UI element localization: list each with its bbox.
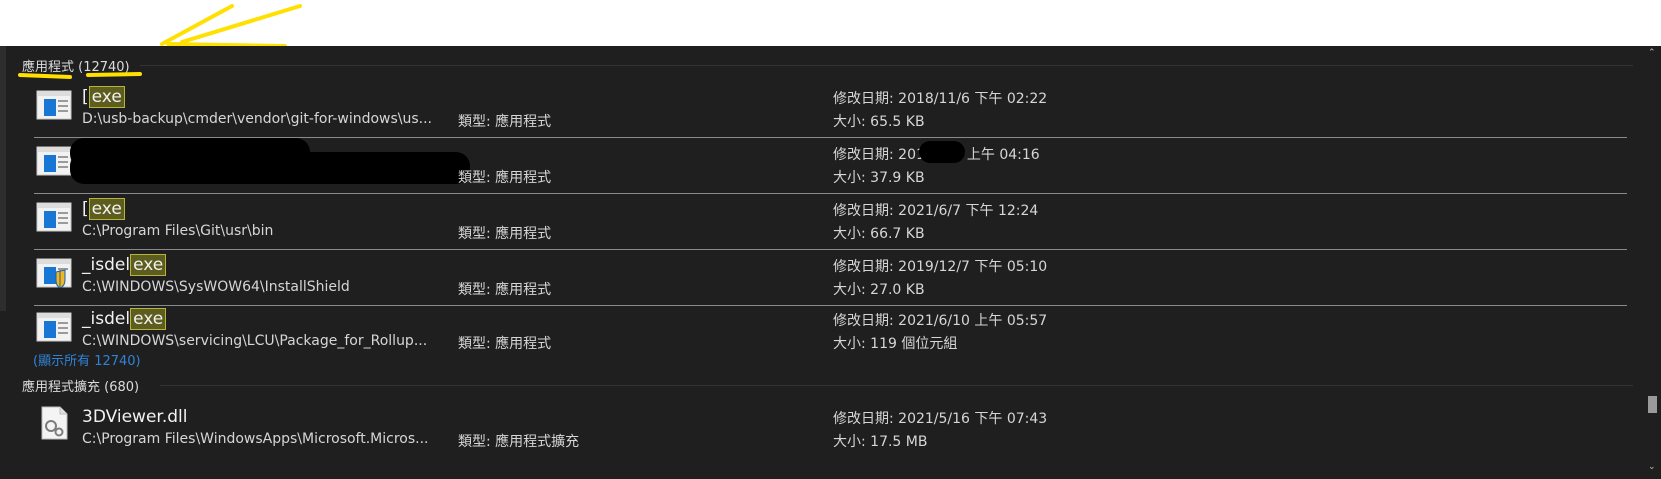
group-divider (160, 385, 1633, 386)
result-modified-date: 修改日期: 2021/6/7 下午 12:24 (833, 203, 1039, 219)
application-shield-icon (36, 258, 72, 288)
result-path: C:\WINDOWS\servicing\LCU\Package_for_Rol… (82, 333, 428, 349)
result-name: [exe (82, 198, 125, 220)
match-highlight: exe (130, 254, 167, 276)
application-window-icon (36, 146, 72, 176)
result-size: 大小: 37.9 KB (833, 170, 925, 186)
result-name: 3DViewer.dll (82, 407, 188, 427)
result-size: 大小: 17.5 MB (833, 434, 928, 450)
result-size: 大小: 66.7 KB (833, 226, 925, 242)
yellow-underline-annotation (18, 72, 142, 79)
group-header-app-extensions[interactable]: 應用程式擴充 (680) (22, 376, 139, 395)
application-window-icon (36, 312, 72, 342)
match-highlight: exe (88, 86, 125, 108)
result-modified-date: 修改日期: 2021/6/10 上午 05:57 (833, 313, 1048, 329)
match-highlight: exe (130, 308, 167, 330)
chevron-down-icon[interactable]: ⌄ (1648, 462, 1656, 472)
vertical-scrollbar[interactable]: ⌃ ⌄ (1644, 46, 1661, 479)
result-row[interactable]: 類型: 應用程式 修改日期: 201 上午 04:16 大小: 37.9 KB (34, 138, 1627, 194)
result-name: [exe (82, 86, 125, 108)
result-name: _isdel exe (82, 308, 167, 330)
result-type: 類型: 應用程式 (458, 170, 552, 186)
result-type: 類型: 應用程式 (458, 336, 552, 352)
result-row[interactable]: 3DViewer.dll C:\Program Files\WindowsApp… (34, 402, 1627, 458)
result-path: C:\WINDOWS\SysWOW64\InstallShield (82, 279, 350, 295)
result-type: 類型: 應用程式 (458, 282, 552, 298)
result-row[interactable]: _isdel exe C:\WINDOWS\SysWOW64\InstallShi… (34, 250, 1627, 306)
result-type: 類型: 應用程式 (458, 114, 552, 130)
chevron-up-icon[interactable]: ⌃ (1648, 48, 1656, 58)
result-path: D:\usb-backup\cmder\vendor\git-for-windo… (82, 111, 433, 127)
match-highlight: exe (88, 198, 125, 220)
result-path: C:\Program Files\WindowsApps\Microsoft.M… (82, 431, 429, 447)
dll-gear-icon (41, 406, 68, 440)
result-size: 大小: 27.0 KB (833, 282, 925, 298)
search-results-panel: 應用程式 (12740) [exe D:\usb-backup\cmder\ve… (0, 46, 1661, 479)
scrollbar-thumb[interactable] (1648, 396, 1657, 413)
result-row[interactable]: [exe C:\Program Files\Git\usr\bin 類型: 應用… (34, 194, 1627, 250)
group-divider (140, 65, 1633, 66)
result-size: 大小: 119 個位元組 (833, 336, 958, 352)
application-window-icon (36, 202, 72, 232)
result-modified-date: 修改日期: 2018/11/6 下午 02:22 (833, 91, 1048, 107)
result-row[interactable]: _isdel exe C:\WINDOWS\servicing\LCU\Packa… (34, 304, 1627, 360)
result-type: 類型: 應用程式擴充 (458, 434, 580, 450)
result-type: 類型: 應用程式 (458, 226, 552, 242)
result-modified-date: 修改日期: 201 上午 04:16 (833, 141, 1040, 164)
result-name: _isdel exe (82, 254, 167, 276)
result-modified-date: 修改日期: 2019/12/7 下午 05:10 (833, 259, 1048, 275)
result-modified-date: 修改日期: 2021/5/16 下午 07:43 (833, 411, 1048, 427)
redaction-mark (70, 152, 470, 184)
result-size: 大小: 65.5 KB (833, 114, 925, 130)
application-window-icon (36, 90, 72, 120)
result-row[interactable]: [exe D:\usb-backup\cmder\vendor\git-for-… (34, 82, 1627, 138)
show-all-link[interactable]: (顯示所有 12740) (33, 350, 141, 369)
result-path: C:\Program Files\Git\usr\bin (82, 223, 274, 239)
